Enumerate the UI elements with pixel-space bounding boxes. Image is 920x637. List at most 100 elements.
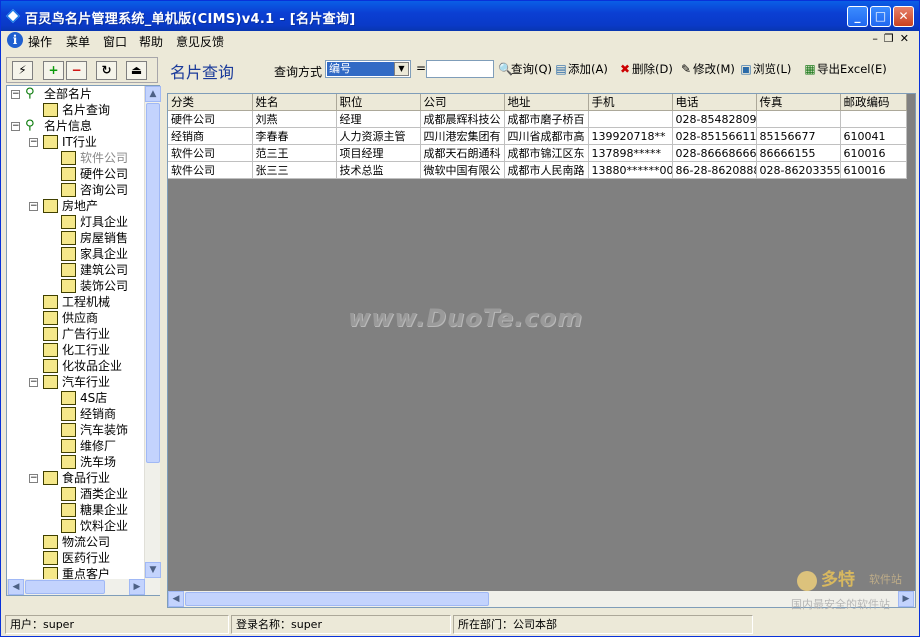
browse-button[interactable]: ▣浏览(L) xyxy=(740,61,791,77)
tree-toolbar: ⚡ + − ↻ ⏏ xyxy=(6,57,158,83)
folder-icon xyxy=(43,311,58,325)
browse-icon: ▣ xyxy=(740,62,752,76)
menu-operate[interactable]: 操作 xyxy=(28,33,52,50)
menu-window[interactable]: 窗口 xyxy=(103,33,127,50)
tree-node-label: 糖果企业 xyxy=(80,503,129,517)
query-method-select[interactable]: 编号 ▼ xyxy=(325,60,411,78)
column-header[interactable]: 姓名 xyxy=(252,94,337,111)
table-row[interactable]: 软件公司 张三三 技术总监 微软中国有限公 成都市人民南路 13880******00 86… xyxy=(168,161,907,179)
table-cell[interactable]: 四川港宏集团有 xyxy=(420,127,505,145)
table-cell[interactable]: 610016 xyxy=(840,144,907,162)
search-button[interactable]: 🔍查询(Q) xyxy=(498,61,552,77)
table-cell[interactable]: 86666155 xyxy=(756,144,841,162)
tree-vertical-scrollbar[interactable]: ▲ ▼ xyxy=(144,86,161,579)
column-header[interactable]: 邮政编码 xyxy=(840,94,907,111)
tree-horizontal-scrollbar[interactable]: ◀ ▶ xyxy=(7,579,160,595)
scroll-up-icon[interactable]: ▲ xyxy=(145,86,161,102)
table-cell[interactable]: 028-86668666 xyxy=(672,144,757,162)
table-cell[interactable]: 人力资源主管 xyxy=(336,127,421,145)
folder-icon xyxy=(43,295,58,309)
scroll-down-icon[interactable]: ▼ xyxy=(145,562,161,578)
table-cell[interactable]: 成都市人民南路 xyxy=(504,161,589,179)
tree-node-label: 化工行业 xyxy=(62,343,111,357)
table-cell[interactable]: 硬件公司 xyxy=(168,110,253,128)
table-cell[interactable]: 范三王 xyxy=(252,144,337,162)
table-cell[interactable]: 028-85156611 xyxy=(672,127,757,145)
column-header[interactable]: 手机 xyxy=(588,94,673,111)
column-header[interactable]: 分类 xyxy=(168,94,253,111)
table-cell[interactable]: 85156677 xyxy=(756,127,841,145)
query-input[interactable] xyxy=(426,60,494,78)
collapse-icon[interactable]: − xyxy=(11,90,20,99)
mdi-controls[interactable]: –❐✕ xyxy=(872,32,915,45)
add-button[interactable]: ▤添加(A) xyxy=(555,61,608,77)
edit-label: 修改(M) xyxy=(693,62,735,76)
column-header[interactable]: 传真 xyxy=(756,94,841,111)
site-logo: 多特 软件站 国内最安全的软件站 xyxy=(791,569,902,611)
chevron-down-icon[interactable]: ▼ xyxy=(394,62,409,76)
table-row[interactable]: 软件公司 范三王 项目经理 成都天石朗通科 成都市锦江区东 137898***** 028-… xyxy=(168,144,907,162)
refresh-icon[interactable]: ⚡ xyxy=(12,61,33,80)
close-button[interactable]: ✕ xyxy=(893,6,914,27)
table-cell[interactable]: 028-86203355, xyxy=(756,161,841,179)
minimize-button[interactable]: _ xyxy=(847,6,868,27)
table-cell[interactable] xyxy=(840,110,907,128)
collapse-icon[interactable]: − xyxy=(29,474,38,483)
column-header[interactable]: 职位 xyxy=(336,94,421,111)
rename-node-icon[interactable]: ↻ xyxy=(96,61,117,80)
table-cell[interactable]: 610016 xyxy=(840,161,907,179)
folder-icon xyxy=(61,391,76,405)
scroll-thumb[interactable] xyxy=(185,592,489,606)
table-cell[interactable]: 软件公司 xyxy=(168,161,253,179)
collapse-icon[interactable]: − xyxy=(11,122,20,131)
table-row[interactable]: 硬件公司 刘燕 经理 成都晨辉科技公 成都市磨子桥百 028-85482809 xyxy=(168,110,907,128)
exit-icon[interactable]: ⏏ xyxy=(126,61,147,80)
remove-node-icon[interactable]: − xyxy=(66,61,87,80)
export-excel-button[interactable]: ▦导出Excel(E) xyxy=(804,61,886,77)
scroll-thumb[interactable] xyxy=(25,580,105,594)
edit-button[interactable]: ✎ 修改(M) xyxy=(680,61,735,77)
table-cell[interactable]: 成都天石朗通科 xyxy=(420,144,505,162)
table-cell[interactable]: 刘燕 xyxy=(252,110,337,128)
collapse-icon[interactable]: − xyxy=(29,378,38,387)
column-header[interactable]: 地址 xyxy=(504,94,589,111)
scroll-right-icon[interactable]: ▶ xyxy=(129,579,145,595)
category-tree[interactable]: − ⚲ 全部名片 名片查询 − ⚲ 名片信息 − IT行业 软件公司 硬件公司 咨询公司 − 房地产 灯具企… xyxy=(6,85,161,596)
tree-node-label: 汽车装饰 xyxy=(80,423,129,437)
column-header[interactable]: 电话 xyxy=(672,94,757,111)
table-cell[interactable]: 四川省成都市高 xyxy=(504,127,589,145)
delete-button[interactable]: ✖ 删除(D) xyxy=(619,61,673,77)
table-cell[interactable]: 137898***** xyxy=(588,144,673,162)
table-cell[interactable]: 软件公司 xyxy=(168,144,253,162)
table-row[interactable]: 经销商 李春春 人力资源主管 四川港宏集团有 四川省成都市高 139920718** 028… xyxy=(168,127,907,145)
table-cell[interactable]: 经理 xyxy=(336,110,421,128)
table-cell[interactable]: 微软中国有限公 xyxy=(420,161,505,179)
folder-icon xyxy=(43,375,58,389)
table-cell[interactable]: 项目经理 xyxy=(336,144,421,162)
scroll-left-icon[interactable]: ◀ xyxy=(168,591,184,607)
table-cell[interactable] xyxy=(756,110,841,128)
collapse-icon[interactable]: − xyxy=(29,202,38,211)
table-cell[interactable]: 李春春 xyxy=(252,127,337,145)
table-cell[interactable]: 86-28-8620888 xyxy=(672,161,757,179)
table-cell[interactable]: 成都市磨子桥百 xyxy=(504,110,589,128)
table-cell[interactable]: 成都市锦江区东 xyxy=(504,144,589,162)
menu-feedback[interactable]: 意见反馈 xyxy=(176,33,224,50)
table-cell[interactable]: 技术总监 xyxy=(336,161,421,179)
table-cell[interactable]: 028-85482809 xyxy=(672,110,757,128)
menu-help[interactable]: 帮助 xyxy=(139,33,163,50)
scroll-left-icon[interactable]: ◀ xyxy=(8,579,24,595)
add-node-icon[interactable]: + xyxy=(43,61,64,80)
maximize-button[interactable]: □ xyxy=(870,6,891,27)
table-cell[interactable]: 成都晨辉科技公 xyxy=(420,110,505,128)
table-cell[interactable]: 139920718** xyxy=(588,127,673,145)
table-cell[interactable]: 610041 xyxy=(840,127,907,145)
table-cell[interactable]: 13880******00 xyxy=(588,161,673,179)
table-cell[interactable] xyxy=(588,110,673,128)
column-header[interactable]: 公司 xyxy=(420,94,505,111)
table-cell[interactable]: 经销商 xyxy=(168,127,253,145)
menu-menu[interactable]: 菜单 xyxy=(66,33,90,50)
collapse-icon[interactable]: − xyxy=(29,138,38,147)
scroll-thumb[interactable] xyxy=(146,103,160,463)
table-cell[interactable]: 张三三 xyxy=(252,161,337,179)
